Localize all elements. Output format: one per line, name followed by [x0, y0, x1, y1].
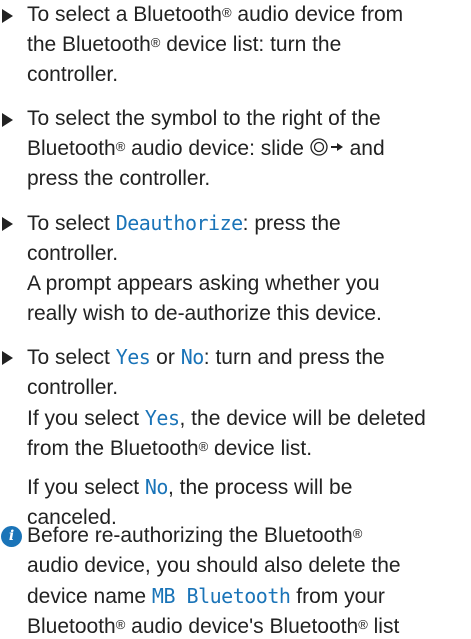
- text-run: To select: [27, 346, 116, 369]
- result-line: If you select Yes, the device will be de…: [27, 403, 471, 434]
- menu-term-no: No: [144, 475, 169, 499]
- info-note: i Before re-authorizing the Bluetooth® a…: [0, 521, 471, 639]
- controller-slide-right-icon: [310, 138, 343, 157]
- step-line: controller.: [27, 242, 119, 265]
- step-text: To select the symbol to the right of the…: [27, 104, 471, 194]
- text-run: : press the: [242, 212, 341, 235]
- menu-term-yes: Yes: [144, 406, 180, 430]
- result-line: If you select No, the process will be: [27, 472, 471, 503]
- text-run: To select a Bluetooth: [27, 3, 222, 26]
- text-run: To select: [27, 212, 116, 235]
- step-line: To select Deauthorize: press the: [27, 208, 471, 239]
- text-run: If you select: [27, 407, 145, 430]
- step-text: To select Deauthorize: press the control…: [27, 208, 471, 329]
- text-run: from your: [290, 585, 385, 608]
- text-run: audio device's Bluetooth: [125, 615, 359, 638]
- result-line: really wish to de-authorize this device.: [27, 302, 382, 325]
- registered-mark: ®: [115, 139, 126, 154]
- menu-term-no: No: [180, 345, 205, 369]
- step-select-device: To select a Bluetooth® audio device from…: [0, 0, 471, 90]
- text-run: the Bluetooth: [27, 33, 151, 56]
- text-run: device list.: [208, 437, 313, 460]
- registered-mark: ®: [198, 439, 209, 454]
- step-line: press the controller.: [27, 167, 211, 190]
- text-run: or: [150, 346, 181, 369]
- registered-mark: ®: [150, 35, 161, 50]
- text-run: Before re-authorizing the Bluetooth: [27, 524, 353, 547]
- registered-mark: ®: [115, 617, 126, 632]
- step-line: Bluetooth® audio device: slide and: [27, 134, 471, 164]
- menu-term-deauthorize: Deauthorize: [115, 211, 243, 235]
- triangle-right-icon: [2, 351, 13, 365]
- text-run: : turn and press the: [203, 346, 385, 369]
- info-line: device name MB Bluetooth from your: [27, 581, 471, 612]
- text-run: and: [343, 137, 385, 160]
- info-text: Before re-authorizing the Bluetooth® aud…: [27, 521, 471, 639]
- manual-page: To select a Bluetooth® audio device from…: [0, 0, 471, 639]
- text-run: , the device will be deleted: [179, 407, 426, 430]
- triangle-right-icon: [2, 113, 13, 127]
- text-run: device list: turn the: [160, 33, 342, 56]
- step-line: To select the symbol to the right of the: [27, 107, 381, 130]
- triangle-right-icon: [2, 9, 13, 23]
- step-text: To select a Bluetooth® audio device from…: [27, 0, 471, 90]
- step-yes-no: To select Yes or No: turn and press the …: [0, 342, 471, 533]
- step-line: To select a Bluetooth® audio device from: [27, 0, 471, 30]
- device-name-term: MB Bluetooth: [151, 584, 291, 608]
- info-icon: i: [1, 526, 22, 547]
- text-run: Bluetooth: [27, 615, 116, 638]
- result-line: A prompt appears asking whether you: [27, 272, 380, 295]
- step-text: To select Yes or No: turn and press the …: [27, 342, 471, 533]
- registered-mark: ®: [352, 526, 363, 541]
- text-run: list: [367, 615, 400, 638]
- step-select-symbol: To select the symbol to the right of the…: [0, 104, 471, 194]
- text-run: device name: [27, 585, 152, 608]
- text-run: audio device: slide: [125, 137, 310, 160]
- step-line: controller.: [27, 60, 471, 90]
- text-run: Bluetooth: [27, 137, 116, 160]
- text-run: from the Bluetooth: [27, 437, 199, 460]
- registered-mark: ®: [221, 5, 232, 20]
- text-run: If you select: [27, 476, 145, 499]
- text-run: audio device from: [231, 3, 404, 26]
- step-line: controller.: [27, 376, 119, 399]
- text-run: , the process will be: [167, 476, 353, 499]
- step-deauthorize: To select Deauthorize: press the control…: [0, 208, 471, 329]
- info-line: Before re-authorizing the Bluetooth®: [27, 521, 471, 551]
- text-run: controller.: [27, 63, 119, 86]
- registered-mark: ®: [358, 617, 368, 632]
- menu-term-yes: Yes: [115, 345, 151, 369]
- info-line: audio device, you should also delete the: [27, 554, 401, 577]
- step-line: the Bluetooth® device list: turn the: [27, 30, 471, 60]
- triangle-right-icon: [2, 217, 13, 231]
- step-line: To select Yes or No: turn and press the: [27, 342, 471, 373]
- info-line: Bluetooth® audio device's Bluetooth® lis…: [27, 612, 471, 639]
- result-line: from the Bluetooth® device list.: [27, 434, 471, 464]
